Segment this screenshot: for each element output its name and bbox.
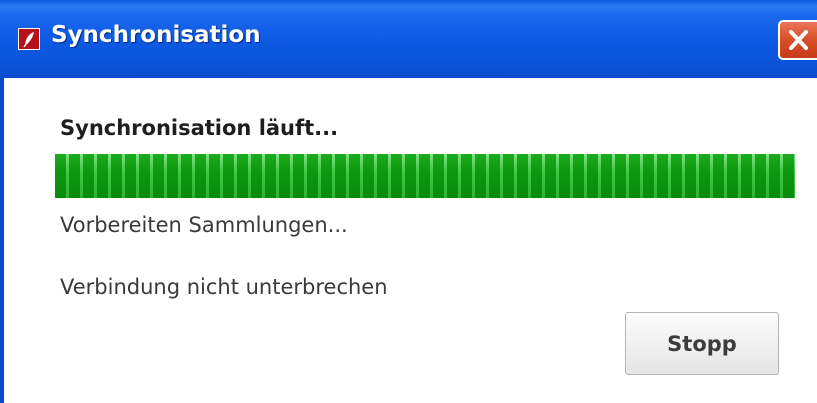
dialog-content: Synchronisation läuft... Vorbereiten Sam… [4, 78, 817, 403]
sync-heading: Synchronisation läuft... [60, 116, 339, 140]
sync-status-text: Vorbereiten Sammlungen... [60, 213, 348, 237]
connection-hint-text: Verbindung nicht unterbrechen [60, 275, 388, 299]
app-feather-icon [18, 28, 40, 50]
close-icon [789, 30, 808, 50]
progress-fill [55, 154, 795, 198]
sync-dialog-window: Synchronisation Synchronisation läuft...… [0, 0, 817, 403]
stop-button[interactable]: Stopp [625, 312, 779, 375]
title-bar[interactable]: Synchronisation [0, 0, 817, 78]
close-button[interactable] [778, 20, 817, 60]
window-title: Synchronisation [51, 22, 261, 48]
sync-progress-bar [55, 154, 795, 198]
